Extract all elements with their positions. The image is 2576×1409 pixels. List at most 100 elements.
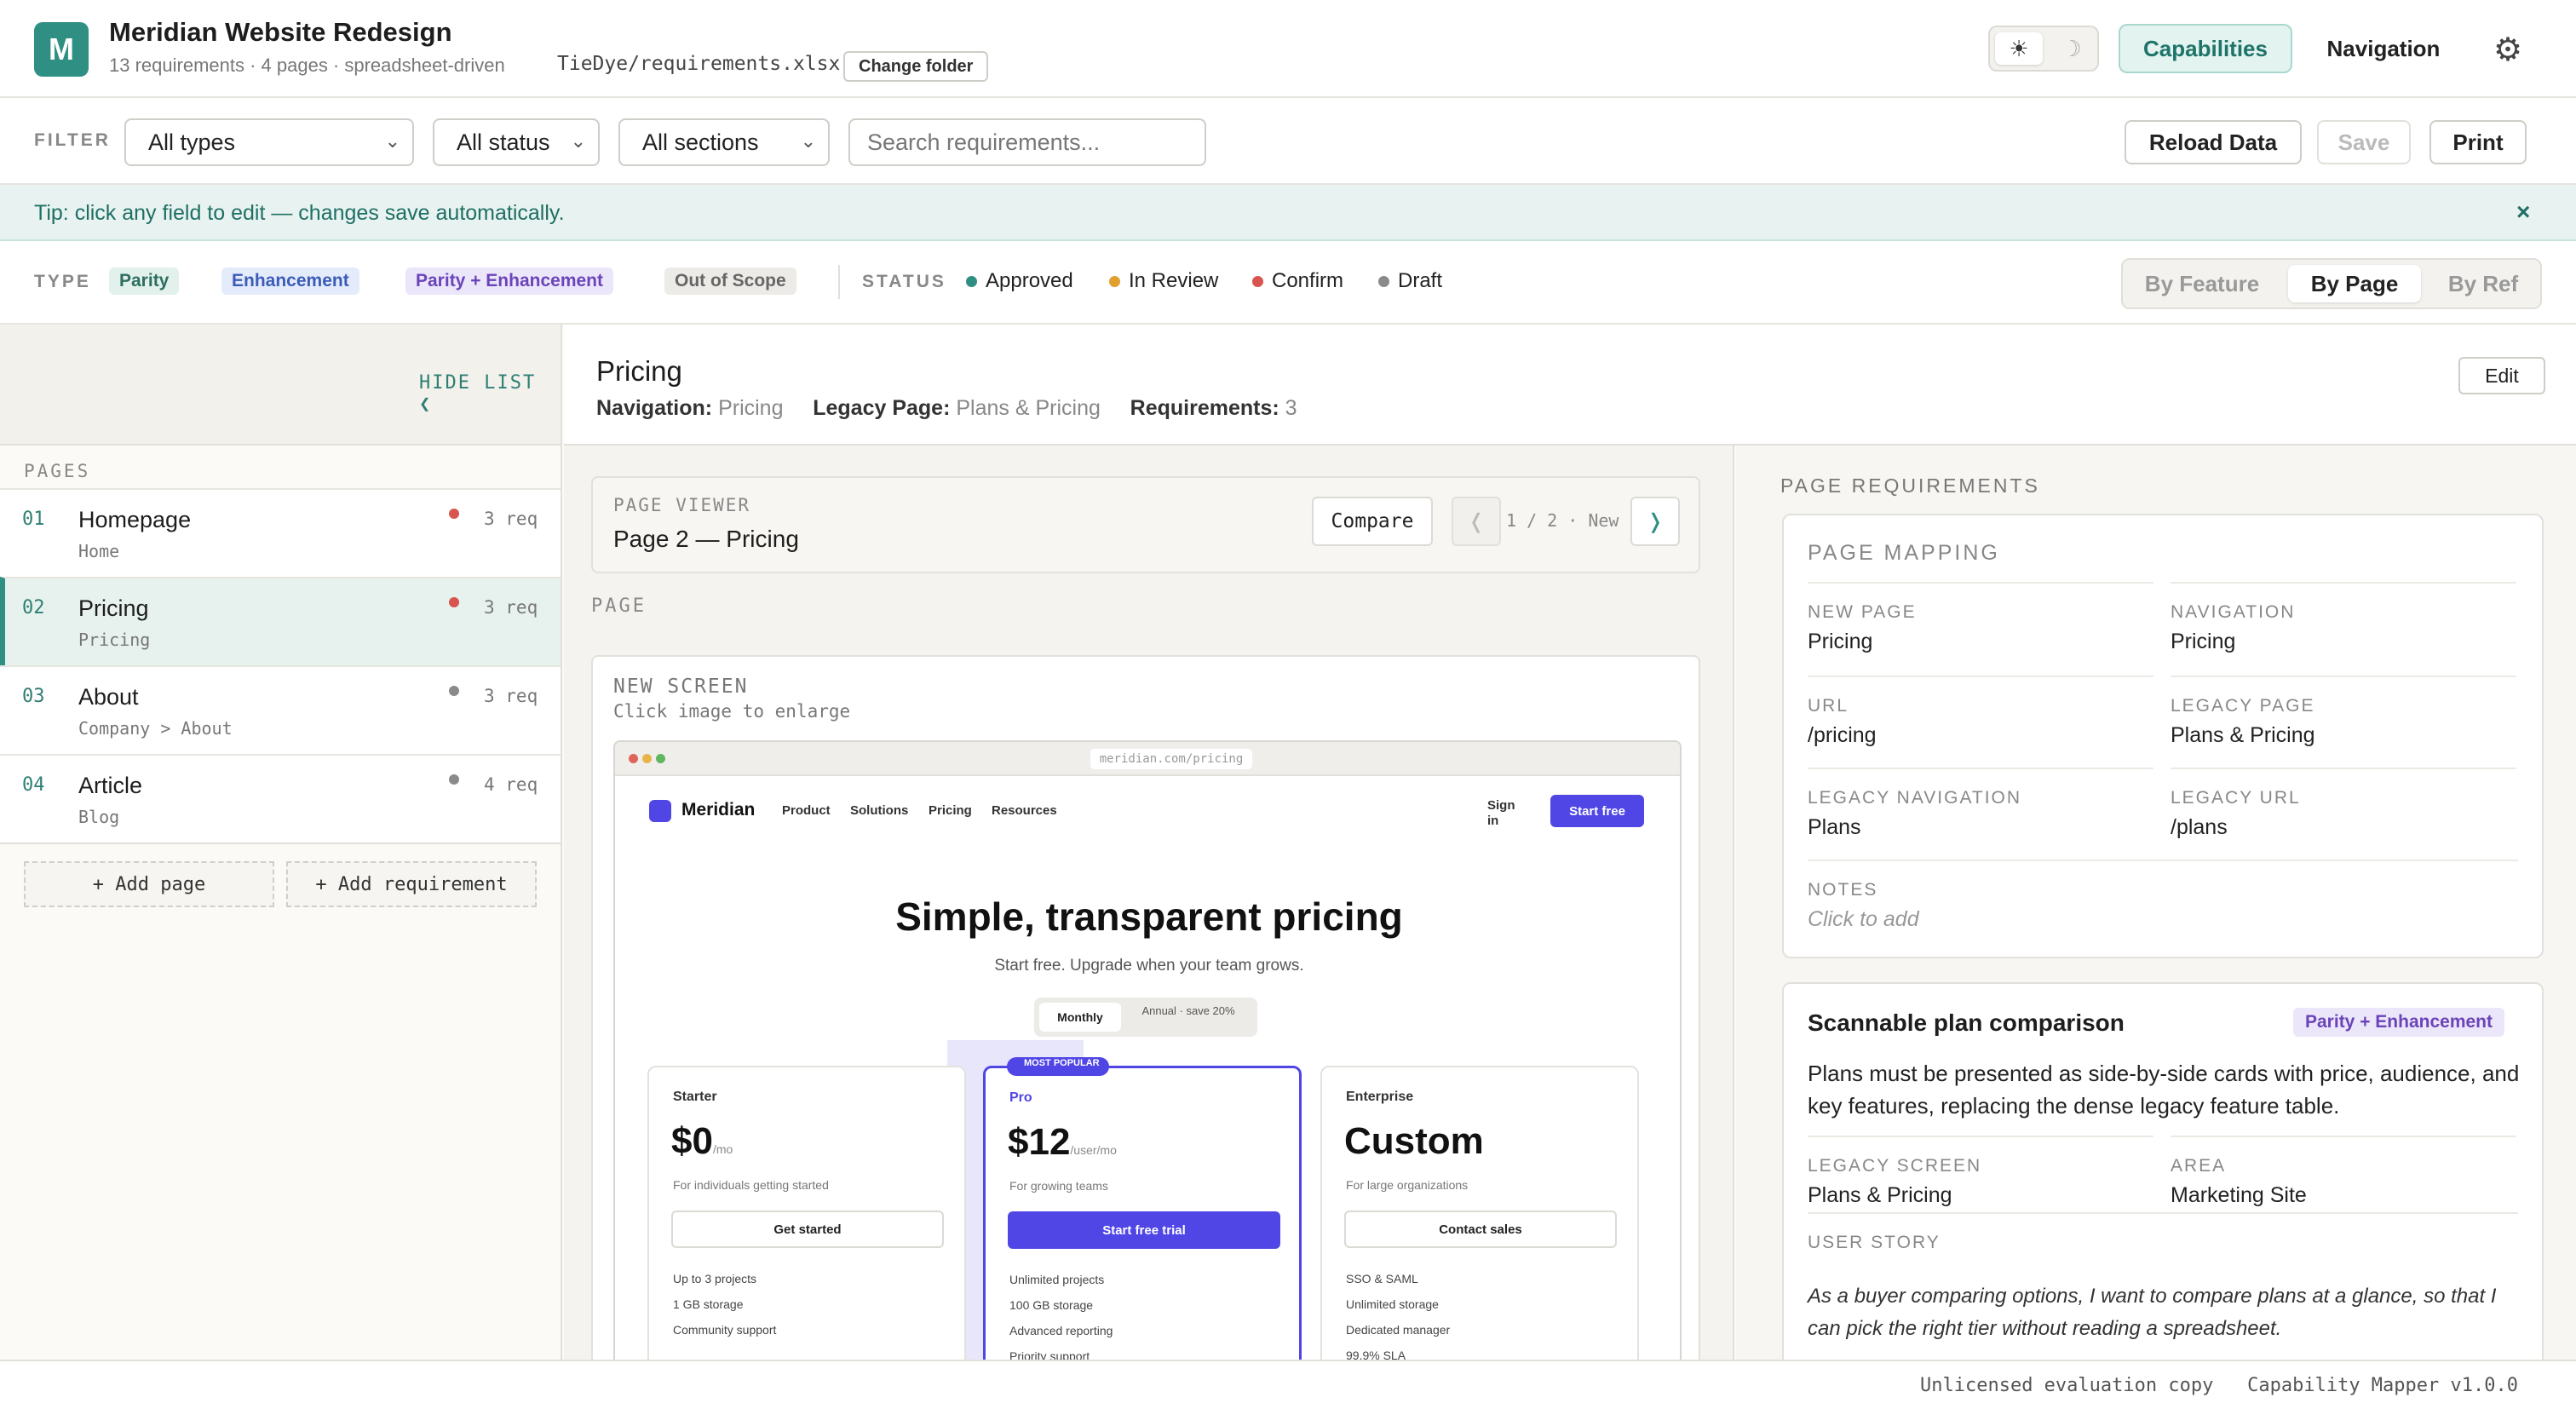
section-filter-select[interactable]: All sections ⌄ bbox=[618, 118, 830, 166]
field-navigation[interactable]: NAVIGATION Pricing bbox=[2171, 582, 2516, 674]
field-legacy-screen[interactable]: LEGACY SCREEN Plans & Pricing bbox=[1808, 1136, 2153, 1212]
legend-bar: TYPE Parity Enhancement Parity + Enhance… bbox=[0, 241, 2576, 325]
page-req-count: 3 req bbox=[484, 686, 538, 706]
field-value[interactable]: Pricing bbox=[1808, 630, 1872, 654]
plan-feature: Priority support bbox=[1009, 1349, 1090, 1360]
field-url[interactable]: URL /pricing bbox=[1808, 676, 2153, 768]
browser-chrome: meridian.com/pricing bbox=[615, 742, 1680, 776]
reload-data-button[interactable]: Reload Data bbox=[2125, 120, 2302, 164]
field-area[interactable]: AREA Marketing Site bbox=[2171, 1136, 2516, 1212]
plan-feature: 1 GB storage bbox=[673, 1297, 744, 1311]
search-input[interactable] bbox=[848, 118, 1206, 166]
save-button[interactable]: Save bbox=[2317, 120, 2411, 164]
mock-plan-card: Enterprise Custom For large organization… bbox=[1320, 1066, 1639, 1360]
moon-icon[interactable]: ☽ bbox=[2048, 32, 2096, 65]
requirement-type-badge[interactable]: Parity + Enhancement bbox=[2293, 1008, 2504, 1037]
status-dot-icon bbox=[1252, 275, 1263, 287]
app-logo: M bbox=[34, 22, 89, 77]
field-label: LEGACY SCREEN bbox=[1808, 1156, 1982, 1176]
sidebar-top: HIDE LIST ❮ bbox=[0, 325, 561, 446]
divider bbox=[0, 843, 561, 844]
sun-icon[interactable]: ☀ bbox=[1995, 32, 2043, 65]
plan-feature: Up to 3 projects bbox=[673, 1272, 757, 1285]
field-legacy-navigation[interactable]: LEGACY NAVIGATION Plans bbox=[1808, 768, 2153, 860]
page-path: Company > About bbox=[78, 718, 233, 739]
view-by-ref[interactable]: By Ref bbox=[2429, 265, 2537, 302]
mock-plan-card: Starter $0/mo For individuals getting st… bbox=[647, 1066, 966, 1360]
legend-divider bbox=[838, 265, 840, 299]
sidebar-item-pricing[interactable]: 02 Pricing Pricing 3 req bbox=[0, 577, 561, 665]
status-confirm: Confirm bbox=[1252, 269, 1343, 293]
theme-toggle[interactable]: ☀ ☽ bbox=[1988, 26, 2099, 72]
field-value[interactable]: Marketing Site bbox=[2171, 1183, 2307, 1208]
page-header: Pricing Navigation: Pricing Legacy Page:… bbox=[564, 325, 2576, 446]
compare-button[interactable]: Compare bbox=[1312, 497, 1433, 546]
field-user-story: USER STORY bbox=[1808, 1212, 2518, 1263]
nav-navigation[interactable]: Navigation bbox=[2309, 24, 2458, 73]
page-viewer-column: PAGE VIEWER Page 2 — Pricing Compare ❬ 1… bbox=[564, 446, 1734, 1360]
chevron-left-icon[interactable]: ❬ bbox=[1452, 497, 1501, 546]
plan-feature: Unlimited storage bbox=[1346, 1297, 1439, 1311]
status-label: Confirm bbox=[1272, 269, 1344, 292]
field-value[interactable]: Plans & Pricing bbox=[1808, 1183, 1952, 1208]
change-folder-button[interactable]: Change folder bbox=[843, 51, 989, 82]
field-value[interactable]: Pricing bbox=[2171, 630, 2235, 654]
requirement-description[interactable]: Plans must be presented as side-by-side … bbox=[1808, 1057, 2523, 1122]
status-filter-select[interactable]: All status ⌄ bbox=[433, 118, 600, 166]
requirements-panel: PAGE REQUIREMENTS PAGE MAPPING NEW PAGE … bbox=[1736, 446, 2576, 1360]
meta-req-label: Requirements: bbox=[1130, 396, 1279, 420]
sidebar-item-homepage[interactable]: 01 Homepage Home 3 req bbox=[0, 488, 561, 577]
field-label: NEW PAGE bbox=[1808, 602, 1917, 622]
mock-billing-toggle: Monthly Annual · save 20% bbox=[1034, 998, 1257, 1037]
nav-capabilities[interactable]: Capabilities bbox=[2119, 24, 2292, 73]
type-chip-enhancement: Enhancement bbox=[221, 267, 359, 295]
edit-button[interactable]: Edit bbox=[2458, 357, 2545, 394]
page-req-count: 3 req bbox=[484, 597, 538, 618]
page-number: 03 bbox=[22, 686, 45, 707]
close-icon[interactable]: × bbox=[2516, 198, 2530, 226]
field-legacy-url[interactable]: LEGACY URL /plans bbox=[2171, 768, 2516, 860]
field-notes[interactable]: NOTES Click to add bbox=[1808, 860, 2518, 952]
plan-name: Enterprise bbox=[1346, 1090, 1414, 1104]
field-new-page[interactable]: NEW PAGE Pricing bbox=[1808, 582, 2153, 674]
user-story-value[interactable]: As a buyer comparing options, I want to … bbox=[1808, 1280, 2523, 1345]
meta-nav-label: Navigation: bbox=[596, 396, 713, 420]
field-value[interactable]: /pricing bbox=[1808, 723, 1877, 748]
field-value[interactable]: Plans & Pricing bbox=[2171, 723, 2315, 748]
sidebar-item-about[interactable]: 03 About Company > About 3 req bbox=[0, 665, 561, 754]
status-draft: Draft bbox=[1378, 269, 1442, 293]
field-legacy-page[interactable]: LEGACY PAGE Plans & Pricing bbox=[2171, 676, 2516, 768]
page-req-count: 4 req bbox=[484, 774, 538, 795]
sidebar-item-article[interactable]: 04 Article Blog 4 req bbox=[0, 754, 561, 843]
view-by-feature[interactable]: By Feature bbox=[2130, 265, 2274, 302]
plan-feature: Unlimited projects bbox=[1009, 1273, 1105, 1286]
hide-list-button[interactable]: HIDE LIST ❮ bbox=[419, 372, 561, 415]
chevron-right-icon[interactable]: ❭ bbox=[1630, 497, 1680, 546]
field-value[interactable]: Click to add bbox=[1808, 907, 1919, 932]
plan-price-unit: /user/mo bbox=[1070, 1143, 1117, 1157]
plan-price-value: $12 bbox=[1008, 1121, 1071, 1163]
field-value[interactable]: Plans bbox=[1808, 815, 1861, 840]
page-number: 02 bbox=[22, 597, 45, 618]
mock-popular-badge: MOST POPULAR bbox=[1007, 1057, 1109, 1076]
page-viewer-bar: PAGE VIEWER Page 2 — Pricing Compare ❬ 1… bbox=[591, 476, 1700, 573]
filter-label: FILTER bbox=[34, 130, 111, 150]
print-button[interactable]: Print bbox=[2429, 120, 2527, 164]
add-requirement-button[interactable]: + Add requirement bbox=[286, 861, 537, 907]
status-dot-icon bbox=[449, 597, 459, 607]
view-by-page[interactable]: By Page bbox=[2288, 265, 2421, 302]
field-value[interactable]: /plans bbox=[2171, 815, 2228, 840]
meta-req-value: 3 bbox=[1285, 396, 1297, 420]
mock-nav-item: Pricing bbox=[929, 803, 972, 818]
viewer-label: PAGE VIEWER bbox=[613, 495, 751, 515]
pager-text: 1 / 2 · New bbox=[1506, 510, 1619, 531]
add-page-button[interactable]: + Add page bbox=[24, 861, 274, 907]
window-dot-icon bbox=[642, 754, 652, 763]
requirement-title[interactable]: Scannable plan comparison bbox=[1808, 1009, 2125, 1037]
type-filter-select[interactable]: All types ⌄ bbox=[124, 118, 414, 166]
screen-thumbnail[interactable]: meridian.com/pricing Meridian Product So… bbox=[613, 740, 1682, 1360]
gear-icon[interactable]: ⚙ bbox=[2487, 32, 2528, 68]
page-name: Pricing bbox=[78, 595, 149, 621]
mock-subhead: Start free. Upgrade when your team grows… bbox=[994, 957, 1304, 975]
meta-legacy-value: Plans & Pricing bbox=[956, 396, 1101, 420]
